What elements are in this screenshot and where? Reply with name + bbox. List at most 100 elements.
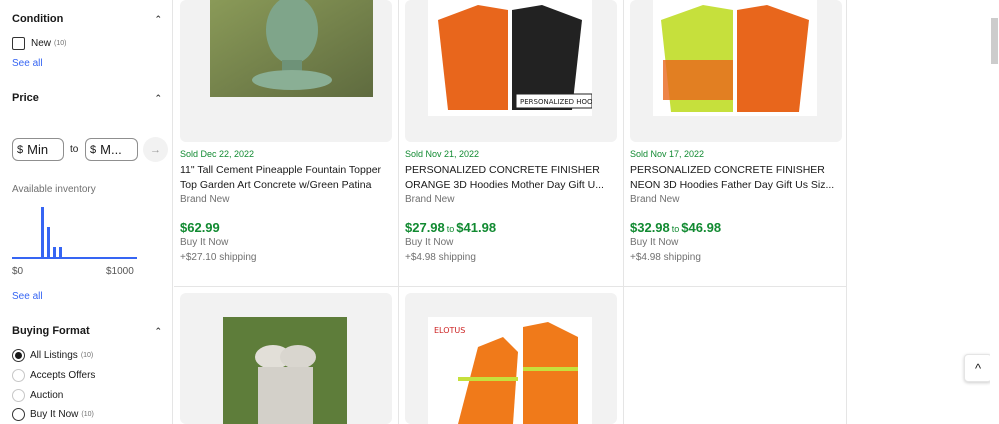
radio-label: All Listings [30,350,78,361]
sold-date: Sold Nov 17, 2022 [630,149,705,159]
condition-new-count: (10) [54,40,67,47]
price-min-input[interactable]: $ Min [12,138,64,161]
listing-image[interactable]: ELOTUS [405,293,617,424]
price-min: $32.98 [630,220,670,235]
histogram-bar [53,247,56,257]
condition-see-all-link[interactable]: See all [12,58,43,69]
listing-shipping: +$4.98 shipping [405,252,476,263]
hoodie-image [653,0,817,116]
radio-count: (10) [80,352,94,359]
currency-symbol: $ [17,143,24,156]
listing-card[interactable]: Sold Dec 22, 2022 11" Tall Cement Pineap… [174,0,399,287]
currency-symbol: $ [90,143,97,156]
inventory-histogram [12,200,137,259]
listing-condition: Brand New [405,194,455,205]
radio-label: Auction [30,390,64,401]
buying-format-header[interactable]: Buying Format ⌃ [12,325,162,337]
title-line[interactable]: Top Garden Art Concrete w/Green Patina [180,178,394,193]
inventory-min-label: $0 [12,266,24,277]
condition-new-checkbox[interactable]: New (10) [12,37,66,50]
radio-all-listings[interactable]: All Listings (10) [12,349,93,362]
title-line[interactable]: 11" Tall Cement Pineapple Fountain Toppe… [180,163,394,178]
price-max: $41.98 [456,220,497,235]
listing-format: Buy It Now [630,237,679,248]
price-max-input[interactable]: $ M... [85,138,138,161]
chevron-up-icon[interactable]: ⌃ [154,14,162,25]
listing-image[interactable]: PERSONALIZED HOODIE [405,0,617,142]
listing-condition: Brand New [630,194,680,205]
page-scrollbar[interactable] [990,0,999,424]
radio-label: Buy It Now [30,409,79,420]
listing-price: $32.98 to $46.98 [630,220,721,235]
radio-button[interactable] [12,408,25,421]
listing-title[interactable]: 11" Tall Cement Pineapple Fountain Toppe… [180,163,394,193]
title-line[interactable]: PERSONALIZED CONCRETE FINISHER [405,163,619,178]
condition-new-label: New [31,38,52,49]
radio-buy-it-now[interactable]: Buy It Now (10) [12,408,94,421]
filter-sidebar: Condition ⌃ New (10) See all Price ⌃ $ M… [0,0,173,424]
buying-format-title: Buying Format [12,325,90,337]
listing-condition: Brand New [180,194,230,205]
radio-count: (10) [81,411,94,418]
listing-shipping: +$4.98 shipping [630,252,701,263]
price-to: to [671,224,680,234]
condition-header[interactable]: Condition ⌃ [12,13,162,25]
hoodie-image-caption: PERSONALIZED HOODIE [520,98,592,106]
price-min-placeholder: Min [27,142,49,157]
sold-date: Sold Dec 22, 2022 [180,149,255,159]
listing-title[interactable]: PERSONALIZED CONCRETE FINISHER ORANGE 3D… [405,163,619,193]
fountain-image [210,0,373,97]
radio-button[interactable] [12,349,25,362]
price-min: $27.98 [405,220,445,235]
inventory-max-label: $1000 [106,266,134,277]
price-value: $62.99 [180,220,220,235]
price-max: $46.98 [681,220,722,235]
listing-card[interactable]: Sold Nov 17, 2022 PERSONALIZED CONCRETE … [624,0,847,287]
radio-button[interactable] [12,369,25,382]
histogram-bar [47,227,50,257]
listing-image[interactable] [630,0,842,142]
bird-statue-image [223,317,347,424]
price-submit-button[interactable]: → [143,137,168,162]
listing-card[interactable] [174,287,399,424]
chevron-up-icon[interactable]: ⌃ [154,93,162,104]
histogram-bar [59,247,62,257]
listing-format: Buy It Now [180,237,229,248]
title-line[interactable]: PERSONALIZED CONCRETE FINISHER [630,163,844,178]
listing-price: $27.98 to $41.98 [405,220,496,235]
hoodie-image: PERSONALIZED HOODIE [428,0,592,116]
listing-image[interactable] [180,293,392,424]
inventory-see-all-link[interactable]: See all [12,291,43,302]
listing-card[interactable]: ELOTUS [399,287,624,424]
scrollbar-thumb[interactable] [991,18,998,64]
listing-title[interactable]: PERSONALIZED CONCRETE FINISHER NEON 3D H… [630,163,844,193]
listing-format: Buy It Now [405,237,454,248]
price-header[interactable]: Price ⌃ [12,92,162,104]
price-max-placeholder: M... [100,142,122,157]
chevron-up-icon: ^ [974,360,982,376]
title-line[interactable]: ORANGE 3D Hoodies Mother Day Gift U... [405,178,619,193]
elotus-logo-text: ELOTUS [434,326,465,335]
radio-label: Accepts Offers [30,370,96,381]
listing-image[interactable] [180,0,392,142]
chevron-up-icon[interactable]: ⌃ [154,326,162,337]
histogram-bar [41,207,44,257]
listing-shipping: +$27.10 shipping [180,252,257,263]
empty-grid-cell [624,287,847,424]
inventory-label: Available inventory [12,184,96,195]
condition-title: Condition [12,13,64,25]
arrow-right-icon: → [150,143,161,156]
title-line[interactable]: NEON 3D Hoodies Father Day Gift Us Siz..… [630,178,844,193]
price-to: to [446,224,455,234]
radio-accepts-offers[interactable]: Accepts Offers [12,369,95,382]
back-to-top-button[interactable]: ^ [964,354,992,382]
checkbox-box[interactable] [12,37,25,50]
sold-date: Sold Nov 21, 2022 [405,149,480,159]
radio-button[interactable] [12,389,25,402]
price-to-label: to [70,144,79,155]
listing-card[interactable]: PERSONALIZED HOODIE Sold Nov 21, 2022 PE… [399,0,624,287]
price-title: Price [12,92,39,104]
listing-price: $62.99 [180,220,220,235]
radio-auction[interactable]: Auction [12,389,63,402]
hoodie-image: ELOTUS [428,317,592,424]
